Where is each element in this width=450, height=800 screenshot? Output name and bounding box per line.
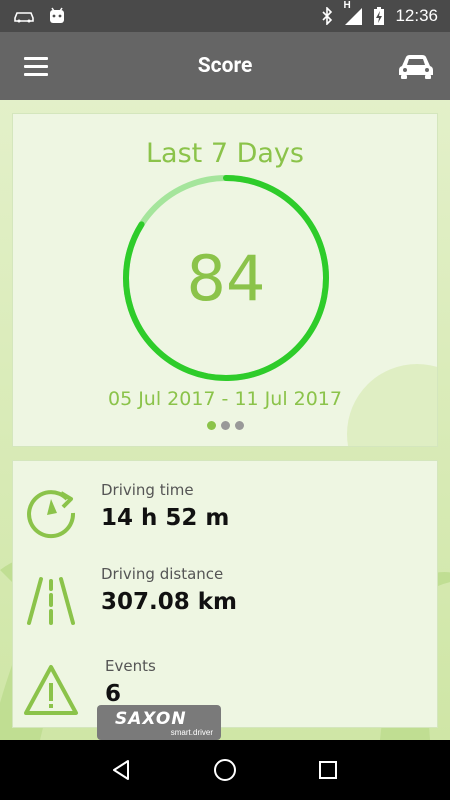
page-title: Score [197,54,253,78]
clock: 12:36 [395,6,438,25]
driving-distance-stat: Driving distance 307.08 km [13,565,437,655]
score-card[interactable]: Last 7 Days 84 05 Jul 2017 - 11 Jul 2017 [12,113,438,447]
car-icon [399,55,433,79]
road-icon [27,577,75,625]
signal-icon: H [343,0,363,26]
page-indicator-dot[interactable] [234,421,244,430]
stat-value: 307.08 km [101,589,238,615]
page-indicator-dot[interactable] [206,421,216,430]
stat-value: 14 h 52 m [101,505,230,531]
score-value: 84 [186,241,266,315]
stat-value: 6 [105,681,122,707]
recents-icon [319,761,338,779]
stat-label: Events [105,657,156,675]
app-bar: Score [0,32,450,100]
events-stat: Events 6 [13,657,437,727]
android-notification-icon [50,7,64,23]
stat-label: Driving time [101,481,194,499]
clock-arrow-icon [27,490,76,539]
driving-time-stat: Driving time 14 h 52 m [13,471,437,561]
bluetooth-icon [322,7,333,25]
system-nav-bar [0,740,450,800]
stats-card: Driving time 14 h 52 m Driving distance … [12,460,438,728]
car-notification-icon [14,12,34,23]
page-indicator-dot[interactable] [220,421,230,430]
back-button[interactable] [107,755,137,785]
page-indicator[interactable] [13,421,437,430]
warning-icon [24,665,78,715]
home-button[interactable] [210,755,240,785]
date-range: 05 Jul 2017 - 11 Jul 2017 [107,388,342,410]
stat-label: Driving distance [101,565,224,583]
brand-logo: SAXON smart.driver [97,705,221,740]
battery-charging-icon [374,7,385,25]
brand-name: SAXON [115,709,187,729]
back-icon [112,760,129,780]
status-bar: H 12:36 [0,0,450,32]
score-period-title: Last 7 Days [146,138,304,169]
recents-button[interactable] [313,755,343,785]
brand-subtitle: smart.driver [170,728,213,737]
vehicle-button[interactable] [396,50,436,82]
home-icon [213,759,236,781]
